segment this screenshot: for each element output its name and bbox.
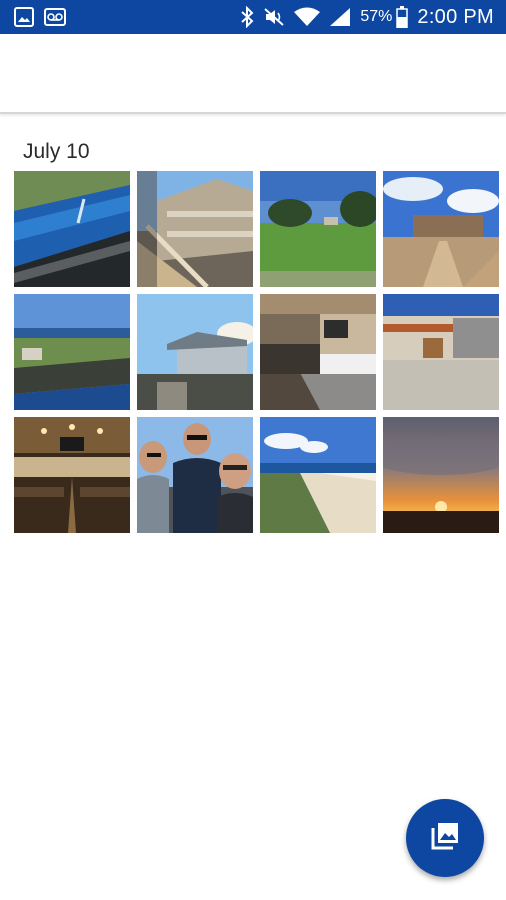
- photo-thumbnail[interactable]: [137, 294, 253, 410]
- wifi-icon: [294, 7, 321, 27]
- lawn-trees-photo: [260, 171, 376, 287]
- photo-thumbnail[interactable]: [383, 171, 499, 287]
- photo-thumbnail[interactable]: [14, 171, 130, 287]
- beach-house-deck-photo: [137, 171, 253, 287]
- ocean-view-from-roof-photo: [14, 294, 130, 410]
- photo-thumbnail[interactable]: [137, 417, 253, 533]
- outdoor-kitchen-bar-photo: [260, 294, 376, 410]
- section-date-header: July 10: [23, 140, 90, 163]
- photo-thumbnail[interactable]: [260, 417, 376, 533]
- muted-icon: [263, 7, 285, 27]
- parking-lot-house-photo: [383, 294, 499, 410]
- three-men-selfie-photo: [137, 417, 253, 533]
- boardwalk-house-photo: [383, 171, 499, 287]
- photo-thumbnail[interactable]: [137, 171, 253, 287]
- pool-aerial-photo: [14, 171, 130, 287]
- dining-hall-photo: [14, 417, 130, 533]
- app-bar: [0, 34, 506, 114]
- voicemail-icon: [44, 8, 66, 26]
- photo-thumbnail[interactable]: [14, 294, 130, 410]
- beach-dunes-photo: [260, 417, 376, 533]
- photo-grid: [14, 171, 499, 533]
- rooftop-view-houses-photo: [137, 294, 253, 410]
- status-bar: 57% 2:00 PM: [0, 0, 506, 34]
- photo-library-button[interactable]: [406, 799, 484, 877]
- battery-percent: 57%: [360, 8, 393, 25]
- photo-thumbnail[interactable]: [383, 417, 499, 533]
- bluetooth-icon: [240, 6, 254, 28]
- photo-thumbnail[interactable]: [260, 171, 376, 287]
- cellular-signal-icon: [329, 7, 351, 27]
- sunset-photo: [383, 417, 499, 533]
- clock: 2:00 PM: [417, 5, 494, 28]
- battery-icon: [396, 6, 409, 28]
- photo-thumbnail[interactable]: [260, 294, 376, 410]
- photo-thumbnail[interactable]: [14, 417, 130, 533]
- photo-library-icon: [430, 821, 460, 856]
- photo-thumbnail[interactable]: [383, 294, 499, 410]
- gallery-icon: [14, 7, 34, 27]
